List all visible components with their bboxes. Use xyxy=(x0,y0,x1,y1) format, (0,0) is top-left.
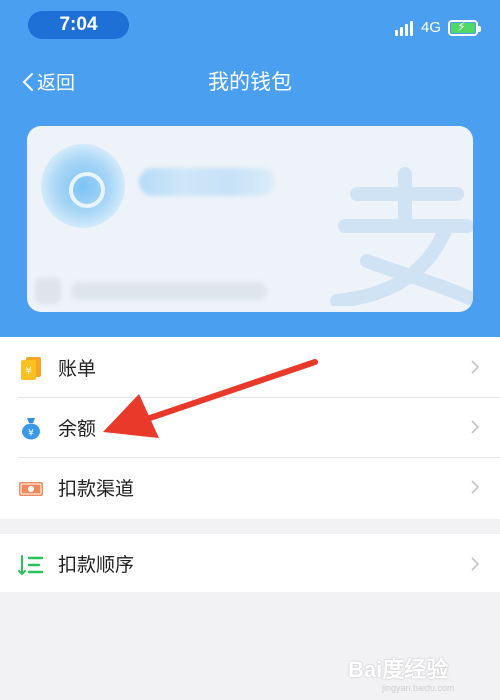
chevron-right-icon xyxy=(471,557,480,571)
payment-order-icon xyxy=(18,555,44,576)
payment-channel-icon xyxy=(19,482,43,496)
watermark-brand: Bai度经验 xyxy=(348,657,449,682)
balance-bag-icon: ¥ xyxy=(22,418,40,440)
alipay-zhi-logo xyxy=(330,167,473,306)
watermark-url: jingyan.baidu.com xyxy=(382,683,455,693)
account-info-blurred xyxy=(71,282,267,300)
chevron-right-icon xyxy=(471,360,480,374)
page-title: 我的钱包 xyxy=(208,70,292,94)
chevron-right-icon xyxy=(471,420,480,434)
status-time: 7:04 xyxy=(28,11,129,39)
bill-icon: ¥ xyxy=(21,357,41,380)
menu-item-label: 账单 xyxy=(58,357,97,380)
wallet-header: 7:04 4G ⚡ 返回 我的钱包 xyxy=(0,0,500,337)
annotation-arrow xyxy=(103,359,318,438)
account-card[interactable] xyxy=(27,126,473,312)
menu-item-payment-channel[interactable]: 扣款渠道 xyxy=(0,457,500,517)
avatar xyxy=(41,144,125,228)
network-type: 4G xyxy=(421,19,442,36)
menu-group-2: 扣款顺序 xyxy=(0,534,500,592)
menu-item-payment-order[interactable]: 扣款顺序 xyxy=(0,534,500,592)
status-bar: 7:04 4G ⚡ xyxy=(0,0,500,50)
signal-icon xyxy=(395,20,415,36)
chevron-right-icon xyxy=(471,480,480,494)
svg-text:¥: ¥ xyxy=(25,366,31,377)
nav-bar: 返回 我的钱包 xyxy=(0,55,500,105)
battery-charging-icon: ⚡ xyxy=(448,20,481,36)
account-name-blurred xyxy=(139,168,275,196)
menu-item-label: 余额 xyxy=(58,417,97,440)
menu-item-label: 扣款顺序 xyxy=(58,553,135,576)
account-icon-blurred xyxy=(35,278,61,304)
menu-item-label: 扣款渠道 xyxy=(58,477,135,500)
svg-text:¥: ¥ xyxy=(28,429,34,439)
